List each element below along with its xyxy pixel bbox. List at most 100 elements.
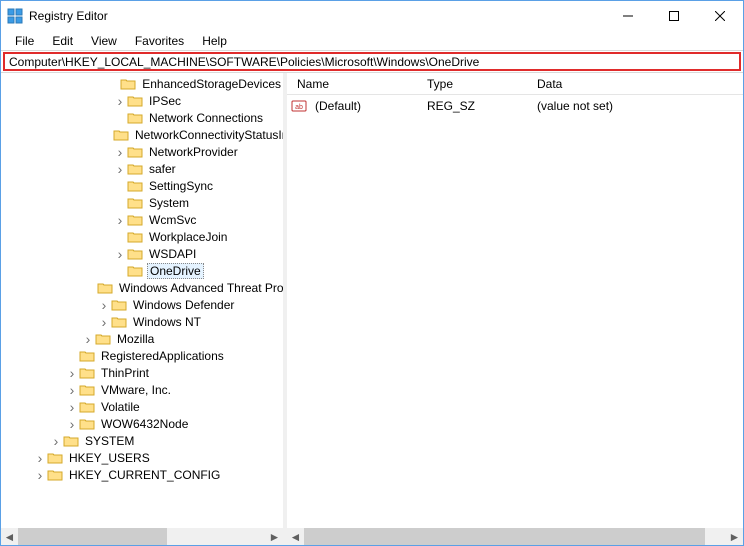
- tree-item-label: EnhancedStorageDevices: [140, 77, 283, 91]
- tree-item[interactable]: ›WOW6432Node: [1, 415, 283, 432]
- tree-item[interactable]: › NetworkProvider: [1, 143, 283, 160]
- tree-item[interactable]: › Mozilla: [1, 330, 283, 347]
- folder-icon: [63, 434, 79, 448]
- tree-item[interactable]: SettingSync: [1, 177, 283, 194]
- chevron-right-icon[interactable]: ›: [113, 94, 127, 108]
- tree-body[interactable]: EnhancedStorageDevices›IPSecNetwork Conn…: [1, 73, 283, 528]
- tree-item[interactable]: RegisteredApplications: [1, 347, 283, 364]
- tree-item[interactable]: OneDrive: [1, 262, 283, 279]
- tree-item[interactable]: ›IPSec: [1, 92, 283, 109]
- folder-icon: [127, 179, 143, 193]
- twisty-empty: [113, 179, 127, 193]
- tree-item-label: SYSTEM: [83, 434, 136, 448]
- tree-item[interactable]: › VMware, Inc.: [1, 381, 283, 398]
- folder-icon: [127, 264, 143, 278]
- tree-item-label: System: [147, 196, 191, 210]
- grid-header: Name Type Data: [287, 73, 743, 95]
- tree-item-label: OneDrive: [147, 263, 204, 279]
- menu-favorites[interactable]: Favorites: [127, 32, 192, 50]
- tree-item-label: safer: [147, 162, 178, 176]
- tree-item-label: Mozilla: [115, 332, 156, 346]
- tree-item[interactable]: › HKEY_USERS: [1, 449, 283, 466]
- titlebar[interactable]: Registry Editor: [1, 1, 743, 31]
- list-hscrollbar[interactable]: ◄ ►: [287, 528, 743, 545]
- tree-item-label: SettingSync: [147, 179, 215, 193]
- twisty-empty: [113, 196, 127, 210]
- tree-item-label: RegisteredApplications: [99, 349, 226, 363]
- folder-icon: [127, 145, 143, 159]
- tree-item[interactable]: ›Windows NT: [1, 313, 283, 330]
- list-row[interactable]: ab(Default)REG_SZ(value not set): [291, 97, 743, 115]
- tree-item-label: VMware, Inc.: [99, 383, 173, 397]
- tree-item-label: HKEY_USERS: [67, 451, 152, 465]
- minimize-button[interactable]: [605, 1, 651, 31]
- col-data[interactable]: Data: [531, 75, 743, 93]
- tree-item[interactable]: EnhancedStorageDevices: [1, 75, 283, 92]
- folder-icon: [97, 281, 113, 295]
- tree-item-label: ThinPrint: [99, 366, 151, 380]
- chevron-right-icon[interactable]: ›: [97, 298, 111, 312]
- folder-icon: [127, 230, 143, 244]
- menu-view[interactable]: View: [83, 32, 125, 50]
- tree-item[interactable]: › WcmSvc: [1, 211, 283, 228]
- scroll-thumb[interactable]: [18, 528, 167, 545]
- tree-hscrollbar[interactable]: ◄ ►: [1, 528, 283, 545]
- twisty-empty: [113, 111, 127, 125]
- chevron-right-icon[interactable]: ›: [81, 332, 95, 346]
- tree-item-label: Windows Advanced Threat Protection: [117, 281, 283, 295]
- tree-item[interactable]: Network Connections: [1, 109, 283, 126]
- folder-icon: [113, 128, 129, 142]
- scroll-left-icon[interactable]: ◄: [1, 528, 18, 545]
- chevron-right-icon[interactable]: ›: [65, 417, 79, 431]
- tree-item[interactable]: System: [1, 194, 283, 211]
- folder-icon: [79, 349, 95, 363]
- chevron-right-icon[interactable]: ›: [49, 434, 63, 448]
- tree-item[interactable]: Windows Advanced Threat Protection: [1, 279, 283, 296]
- chevron-right-icon[interactable]: ›: [33, 468, 47, 482]
- tree-item[interactable]: WorkplaceJoin: [1, 228, 283, 245]
- chevron-right-icon[interactable]: ›: [113, 213, 127, 227]
- twisty-empty: [113, 77, 120, 91]
- col-type[interactable]: Type: [421, 75, 531, 93]
- menu-edit[interactable]: Edit: [44, 32, 81, 50]
- chevron-right-icon[interactable]: ›: [65, 366, 79, 380]
- scroll-right-icon[interactable]: ►: [726, 528, 743, 545]
- chevron-right-icon[interactable]: ›: [65, 383, 79, 397]
- tree-item-label: NetworkConnectivityStatusIndicator: [133, 128, 283, 142]
- tree-item[interactable]: ›WSDAPI: [1, 245, 283, 262]
- tree-item[interactable]: › safer: [1, 160, 283, 177]
- tree-item-label: NetworkProvider: [147, 145, 240, 159]
- chevron-right-icon[interactable]: ›: [33, 451, 47, 465]
- folder-icon: [127, 196, 143, 210]
- scroll-left-icon[interactable]: ◄: [287, 528, 304, 545]
- tree-item[interactable]: NetworkConnectivityStatusIndicator: [1, 126, 283, 143]
- tree-item[interactable]: ›Windows Defender: [1, 296, 283, 313]
- tree-item-label: Volatile: [99, 400, 142, 414]
- folder-icon: [47, 451, 63, 465]
- menu-help[interactable]: Help: [194, 32, 235, 50]
- grid-body[interactable]: ab(Default)REG_SZ(value not set): [287, 95, 743, 528]
- chevron-right-icon[interactable]: ›: [97, 315, 111, 329]
- cell-type: REG_SZ: [421, 99, 531, 113]
- folder-icon: [79, 383, 95, 397]
- content: EnhancedStorageDevices›IPSecNetwork Conn…: [1, 73, 743, 545]
- close-button[interactable]: [697, 1, 743, 31]
- tree-item[interactable]: › ThinPrint: [1, 364, 283, 381]
- chevron-right-icon[interactable]: ›: [113, 162, 127, 176]
- tree-item[interactable]: ›HKEY_CURRENT_CONFIG: [1, 466, 283, 483]
- scroll-right-icon[interactable]: ►: [266, 528, 283, 545]
- svg-text:ab: ab: [295, 104, 303, 111]
- folder-icon: [127, 111, 143, 125]
- chevron-right-icon[interactable]: ›: [113, 145, 127, 159]
- maximize-button[interactable]: [651, 1, 697, 31]
- twisty-empty: [113, 230, 127, 244]
- chevron-right-icon[interactable]: ›: [65, 400, 79, 414]
- scroll-thumb[interactable]: [304, 528, 705, 545]
- tree-item[interactable]: › Volatile: [1, 398, 283, 415]
- chevron-right-icon[interactable]: ›: [113, 247, 127, 261]
- tree-item-label: WcmSvc: [147, 213, 198, 227]
- menu-file[interactable]: File: [7, 32, 42, 50]
- tree-item[interactable]: › SYSTEM: [1, 432, 283, 449]
- col-name[interactable]: Name: [291, 75, 421, 93]
- address-input[interactable]: Computer\HKEY_LOCAL_MACHINE\SOFTWARE\Pol…: [3, 52, 741, 71]
